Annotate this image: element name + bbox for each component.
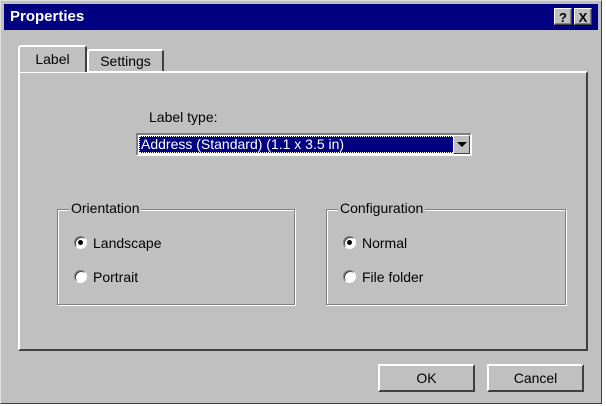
- window-title: Properties: [10, 8, 85, 25]
- radio-normal-label[interactable]: Normal: [362, 234, 407, 252]
- help-button[interactable]: ?: [554, 8, 572, 25]
- radio-checked-icon[interactable]: [74, 236, 87, 249]
- orientation-legend: Orientation: [69, 200, 142, 216]
- ok-button[interactable]: OK: [378, 364, 475, 392]
- radio-landscape-label[interactable]: Landscape: [93, 234, 162, 252]
- radio-unchecked-icon[interactable]: [74, 270, 87, 283]
- label-type-caption: Label type:: [149, 109, 218, 125]
- configuration-group: Configuration Normal File folder: [326, 200, 566, 305]
- radio-file-folder-label[interactable]: File folder: [362, 268, 423, 286]
- properties-dialog: Properties ? X Label Settings Label type…: [0, 0, 602, 404]
- tab-label[interactable]: Label: [18, 45, 87, 72]
- title-bar[interactable]: Properties ? X: [4, 4, 598, 30]
- radio-unchecked-icon[interactable]: [343, 270, 356, 283]
- radio-portrait-label[interactable]: Portrait: [93, 268, 138, 286]
- tab-settings[interactable]: Settings: [87, 49, 164, 71]
- label-type-dropdown[interactable]: Address (Standard) (1.1 x 3.5 in): [136, 133, 472, 156]
- cancel-button[interactable]: Cancel: [487, 364, 584, 392]
- dropdown-arrow-icon[interactable]: [453, 135, 470, 154]
- configuration-legend: Configuration: [338, 200, 426, 216]
- label-type-selected-value[interactable]: Address (Standard) (1.1 x 3.5 in): [139, 136, 459, 153]
- close-button[interactable]: X: [574, 8, 592, 25]
- tab-panel-label: Label type: Address (Standard) (1.1 x 3.…: [18, 71, 588, 351]
- radio-checked-icon[interactable]: [343, 236, 356, 249]
- orientation-group: Orientation Landscape Portrait: [57, 200, 295, 305]
